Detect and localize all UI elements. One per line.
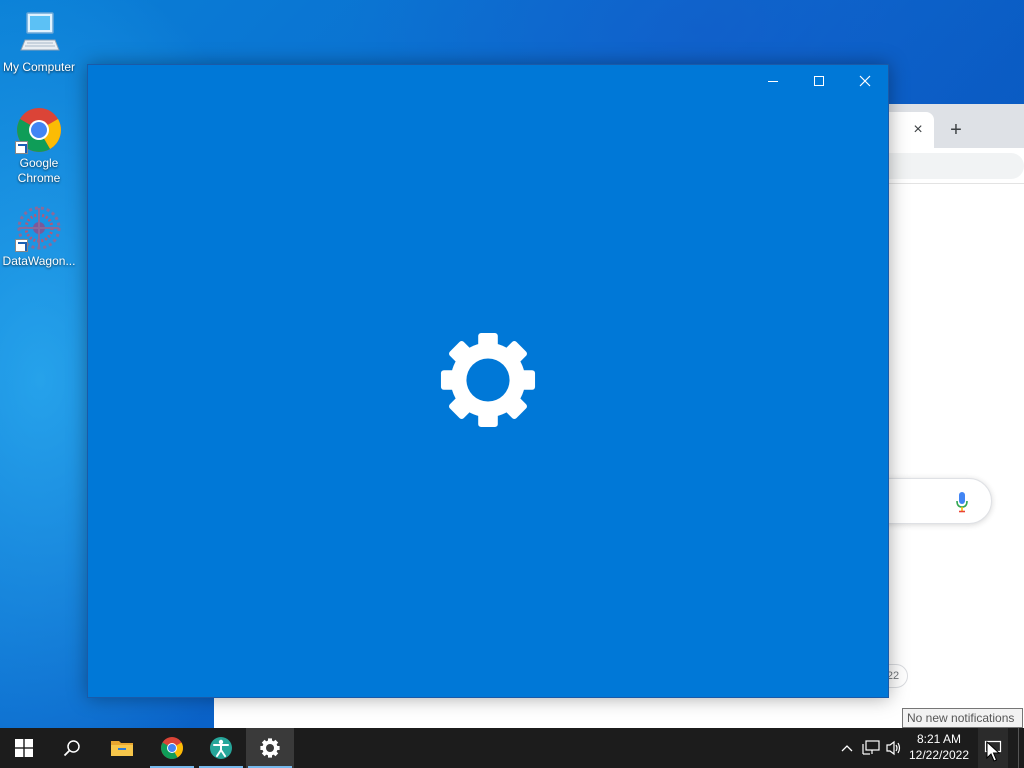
folder-icon <box>111 741 133 756</box>
accessibility-app-button[interactable] <box>197 728 245 768</box>
show-hidden-icons-button[interactable] <box>837 738 857 758</box>
shortcut-arrow-icon <box>15 239 28 252</box>
chevron-up-icon <box>841 745 853 752</box>
chrome-icon <box>161 737 183 759</box>
tab-close-button[interactable]: × <box>908 120 928 140</box>
chrome-taskbar-button[interactable] <box>148 728 196 768</box>
computer-icon <box>15 10 63 58</box>
clock-date: 12/22/2022 <box>908 748 970 762</box>
network-button[interactable] <box>861 738 881 758</box>
maximize-icon <box>814 76 824 86</box>
maximize-button[interactable] <box>796 65 842 97</box>
datawagon-icon <box>15 204 63 252</box>
search-button[interactable] <box>48 728 96 768</box>
search-icon <box>63 740 80 757</box>
chrome-icon <box>15 106 63 154</box>
settings-taskbar-button[interactable] <box>246 728 294 768</box>
microphone-icon[interactable] <box>955 491 969 513</box>
desktop-icon-label: My Computer <box>2 60 76 74</box>
desktop-icon-my-computer[interactable]: My Computer <box>0 10 78 75</box>
show-desktop-button[interactable] <box>1018 728 1024 768</box>
shortcut-arrow-icon <box>15 141 28 154</box>
desktop-icon-label: DataWagon... <box>2 254 76 268</box>
desktop-icon-datawagon[interactable]: DataWagon... <box>0 204 78 269</box>
network-icon <box>862 740 880 755</box>
new-tab-button[interactable]: + <box>944 118 968 142</box>
minimize-icon <box>768 81 778 82</box>
clock-time: 8:21 AM <box>916 732 962 746</box>
settings-window[interactable] <box>87 64 889 698</box>
taskbar: 8:21 AM 12/22/2022 <box>0 728 1024 768</box>
close-button[interactable] <box>842 65 888 97</box>
person-icon <box>210 737 232 759</box>
clock[interactable]: 8:21 AM 12/22/2022 <box>905 728 973 768</box>
desktop-icon-label: Google Chrome <box>17 156 61 185</box>
start-button[interactable] <box>0 728 48 768</box>
volume-button[interactable] <box>884 738 904 758</box>
notifications-tooltip: No new notifications <box>902 708 1023 728</box>
minimize-button[interactable] <box>750 65 796 97</box>
gear-icon <box>260 738 280 758</box>
close-icon <box>859 75 871 87</box>
windows-logo-icon <box>15 739 33 757</box>
mouse-cursor-icon <box>986 741 1000 762</box>
desktop-icon-google-chrome[interactable]: Google Chrome <box>0 106 78 186</box>
file-explorer-button[interactable] <box>98 728 146 768</box>
gear-icon <box>440 332 536 428</box>
speaker-icon <box>886 740 901 756</box>
